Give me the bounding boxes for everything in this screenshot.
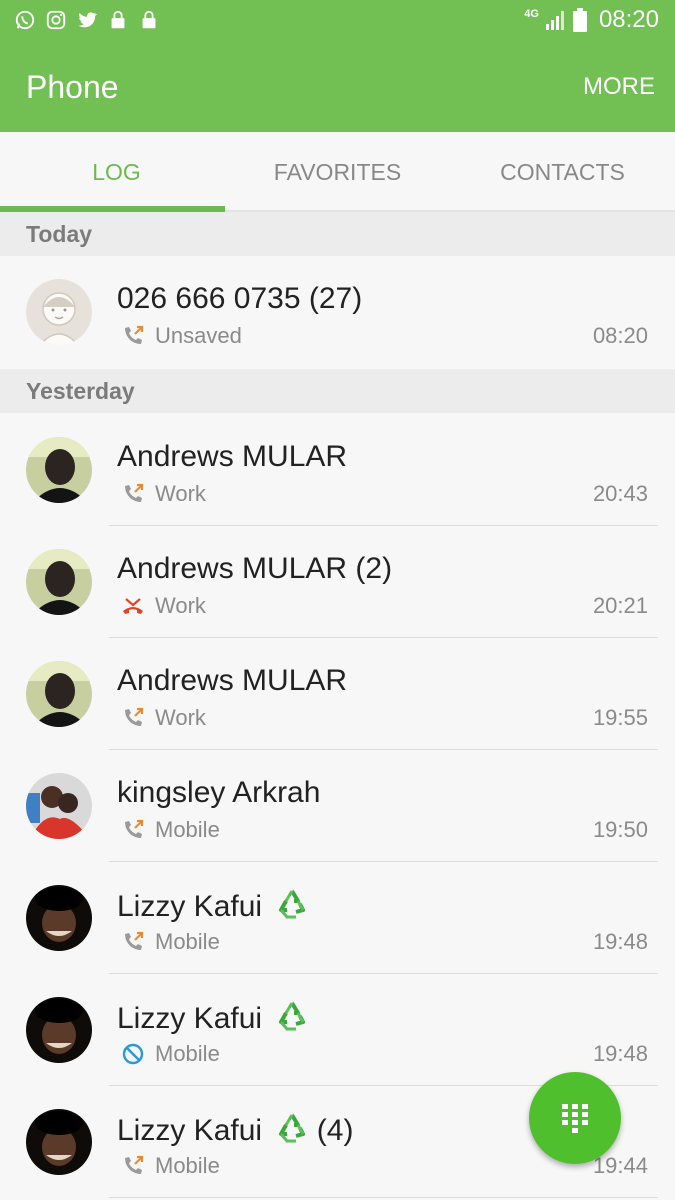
contact-name: 026 666 0735 (27) [117,282,363,315]
recycle-icon [279,889,306,919]
outgoing-call-icon [125,1155,144,1174]
section-label: Yesterday [26,378,135,404]
section-header-today: Today [0,212,675,256]
tab-favorites[interactable]: FAVORITES [225,132,450,212]
call-time: 19:44 [592,1153,648,1178]
number-type: Work [155,705,206,730]
number-type: Work [155,593,206,618]
contact-name: Lizzy Kafui (4) [117,1113,354,1147]
call-time: 19:48 [592,1041,648,1066]
call-log-row[interactable]: Andrews MULAR (2) Work 20:21 [0,526,675,638]
call-log-row[interactable]: Andrews MULAR Work 19:55 [0,638,675,750]
call-log-row[interactable]: 026 666 0735 (27) Unsaved 08:20 [0,256,675,368]
tab-bar: LOG FAVORITES CONTACTS [0,132,675,212]
contact-name: Lizzy Kafui [117,1000,308,1036]
tab-contacts[interactable]: CONTACTS [450,132,675,212]
contact-name: Lizzy Kafui [117,888,308,924]
number-type: Mobile [155,1041,220,1066]
number-type: Unsaved [155,323,242,348]
call-time: 19:50 [592,817,648,842]
row-divider [109,1197,658,1198]
contact-name: Andrews MULAR [117,440,348,473]
call-log-row[interactable]: Andrews MULAR Work 20:43 [0,414,675,526]
twitter-icon [78,12,98,28]
more-button[interactable]: MORE [583,73,655,101]
call-log-row[interactable]: kingsley Arkrah Mobile 19:50 [0,750,675,862]
instagram-icon [46,10,66,30]
section-header-yesterday: Yesterday [0,369,675,413]
contact-avatar [26,997,92,1063]
contact-avatar [26,437,92,503]
number-type: Mobile [155,1153,220,1178]
dialpad-icon [562,1104,588,1133]
outgoing-call-icon [125,819,144,838]
call-time: 20:21 [592,593,648,618]
status-clock: 08:20 [598,6,659,33]
contact-avatar [26,549,92,615]
contact-name: Andrews MULAR (2) [117,552,393,585]
contact-name: kingsley Arkrah [117,776,321,809]
tab-log[interactable]: LOG [4,132,229,212]
app-bar: Phone MORE [0,40,675,132]
recycle-icon [279,1113,306,1143]
whatsapp-icon [15,10,35,30]
outgoing-call-icon [125,325,144,344]
signal-icon [545,11,564,30]
default-avatar [26,279,92,345]
outgoing-call-icon [125,931,144,950]
outgoing-call-icon [125,483,144,502]
contact-avatar [26,1109,92,1175]
call-time: 08:20 [592,323,648,348]
call-time: 19:55 [592,705,648,730]
outgoing-call-icon [125,707,144,726]
contact-avatar [26,773,92,839]
missed-call-icon [123,598,143,614]
call-log-row[interactable]: Lizzy Kafui Mobile 19:48 [0,974,675,1086]
network-type: 4G [524,8,539,20]
call-log-row[interactable]: Lizzy Kafui Mobile 19:48 [0,862,675,974]
dialpad-button[interactable] [529,1072,621,1164]
section-label: Today [26,221,93,247]
number-type: Mobile [155,817,220,842]
page-title: Phone [26,69,119,105]
contact-avatar [26,661,92,727]
number-type: Work [155,481,206,506]
call-time: 19:48 [592,929,648,954]
number-type: Mobile [155,929,220,954]
contact-name: Andrews MULAR [117,664,348,697]
recycle-icon [279,1001,306,1031]
contact-avatar [26,885,92,951]
status-bar: 4G 08:20 [0,0,675,40]
blocked-call-icon [122,1043,144,1065]
lock-icon [142,10,156,29]
battery-icon [572,8,587,32]
lock-icon [111,10,125,29]
call-time: 20:43 [592,481,648,506]
